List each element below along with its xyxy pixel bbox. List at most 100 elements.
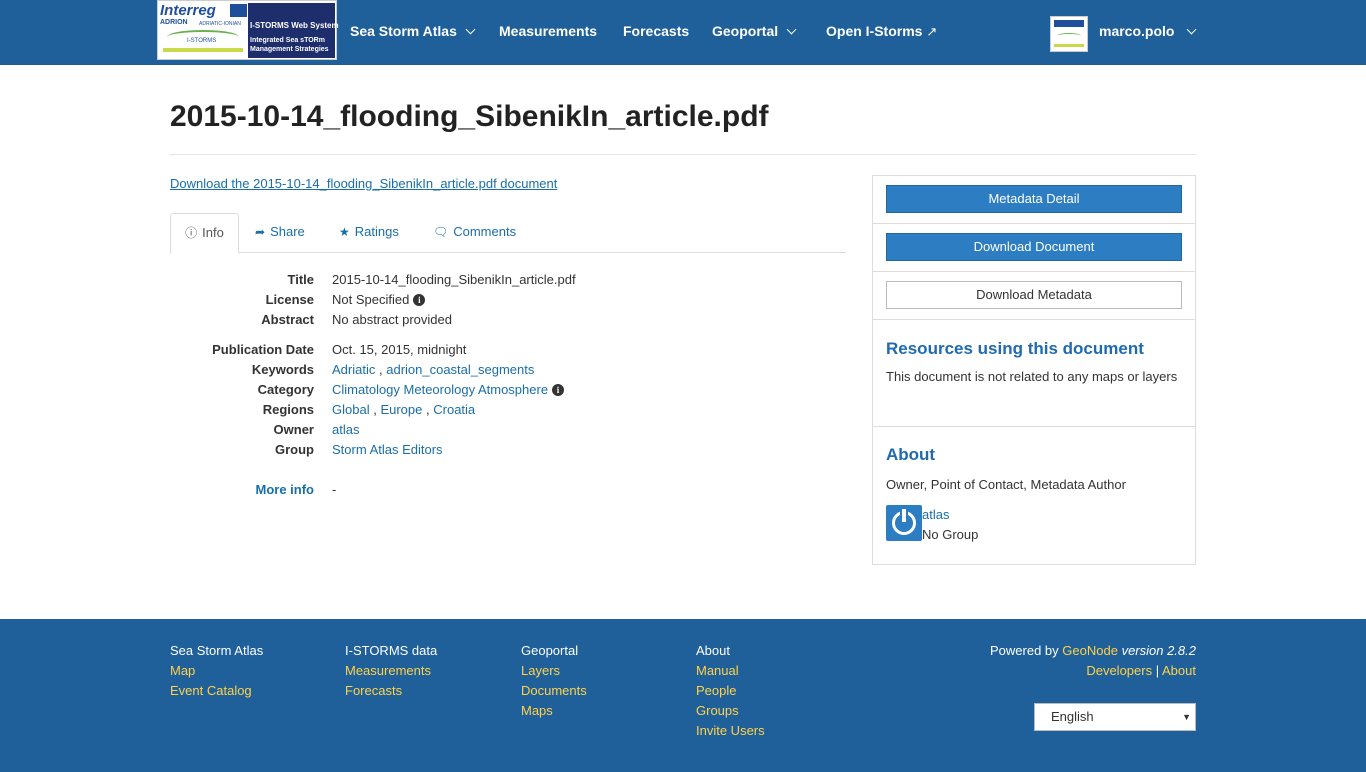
download-document-button[interactable]: Download Document	[886, 233, 1182, 261]
user-avatar[interactable]	[1050, 16, 1088, 52]
tab-comments[interactable]: 🗨 Comments	[433, 213, 516, 253]
nav-open-istorms[interactable]: Open I-Storms ↗	[826, 23, 937, 40]
footer-link-invite-users[interactable]: Invite Users	[696, 721, 765, 741]
powered-prefix: Powered by	[990, 643, 1059, 658]
footer-col-data: I-STORMS data Measurements Forecasts	[345, 641, 437, 701]
footer-link-manual[interactable]: Manual	[696, 661, 765, 681]
dropdown-arrow-icon: ▼	[1182, 712, 1191, 722]
region-link[interactable]: Europe	[380, 402, 422, 417]
tab-label: Ratings	[354, 224, 399, 239]
nav-label: Forecasts	[623, 23, 690, 39]
footer-link-maps[interactable]: Maps	[521, 701, 587, 721]
about-link[interactable]: About	[1162, 663, 1196, 678]
nav-label: Geoportal	[712, 23, 779, 39]
footer-link-layers[interactable]: Layers	[521, 661, 587, 681]
download-document-link[interactable]: Download the 2015-10-14_flooding_Sibenik…	[170, 176, 557, 191]
owner-name-link[interactable]: atlas	[922, 505, 949, 525]
tab-label: Info	[202, 225, 224, 240]
developer-line: Developers | About	[990, 661, 1196, 681]
language-select[interactable]: English ▼	[1034, 703, 1196, 731]
more-info-value: -	[332, 482, 337, 497]
site-logo[interactable]: Interreg ADRION ADRIATIC-IONIAN I-STORMS…	[157, 0, 339, 60]
nav-forecasts[interactable]: Forecasts	[623, 23, 689, 39]
meta-keywords-label: Keywords	[251, 362, 314, 377]
keyword-link[interactable]: Adriatic	[332, 362, 375, 377]
footer-link-documents[interactable]: Documents	[521, 681, 587, 701]
footer-heading: About	[696, 643, 730, 658]
tab-info[interactable]: ⓘ Info	[170, 213, 239, 254]
logo-interreg-text: Interreg	[160, 2, 216, 19]
info-icon[interactable]: i	[552, 384, 565, 396]
tab-share[interactable]: ➦ Share	[255, 213, 305, 253]
owner-link[interactable]: atlas	[332, 422, 359, 437]
footer-link-forecasts[interactable]: Forecasts	[345, 681, 437, 701]
metadata-detail-section: Metadata Detail	[873, 176, 1195, 224]
meta-title-value: 2015-10-14_flooding_SibenikIn_article.pd…	[332, 272, 576, 287]
meta-title-label: Title	[287, 272, 315, 287]
share-icon: ➦	[255, 225, 266, 239]
pipe-separator: |	[1155, 663, 1160, 678]
title-divider	[170, 154, 1196, 155]
region-link[interactable]: Croatia	[433, 402, 475, 417]
meta-group-label: Group	[275, 442, 314, 457]
about-roles: Owner, Point of Contact, Metadata Author	[886, 477, 1126, 492]
footer-link-people[interactable]: People	[696, 681, 765, 701]
developers-link[interactable]: Developers	[1086, 663, 1152, 678]
interreg-logo: Interreg ADRION ADRIATIC-IONIAN I-STORMS	[159, 2, 247, 58]
tab-label: Comments	[453, 224, 517, 239]
resources-heading: Resources using this document	[886, 339, 1144, 358]
resources-text: This document is not related to any maps…	[886, 369, 1178, 384]
meta-keywords-value: Adriatic , adrion_coastal_segments	[332, 362, 534, 377]
nav-sea-storm-atlas[interactable]: Sea Storm Atlas	[350, 23, 476, 39]
avatar-stripe	[1054, 20, 1084, 27]
logo-integrated-text: Integrated Sea sTORm	[250, 37, 325, 44]
footer-col-atlas: Sea Storm Atlas Map Event Catalog	[170, 641, 263, 701]
owner-group: No Group	[922, 527, 979, 542]
category-link[interactable]: Climatology Meteorology Atmosphere	[332, 382, 548, 397]
separator: ,	[378, 362, 383, 377]
nav-geoportal[interactable]: Geoportal	[712, 23, 797, 39]
footer-link-groups[interactable]: Groups	[696, 701, 765, 721]
footer: Sea Storm Atlas Map Event Catalog I-STOR…	[0, 619, 1366, 772]
owner-avatar[interactable]	[886, 505, 922, 541]
nav-label: Measurements	[499, 23, 598, 39]
geonode-link[interactable]: GeoNode	[1062, 643, 1118, 658]
about-heading: About	[886, 445, 936, 464]
keyword-link[interactable]: adrion_coastal_segments	[386, 362, 534, 377]
region-link[interactable]: Global	[332, 402, 370, 417]
avatar-bar	[1054, 44, 1084, 47]
document-tabs: ⓘ Info ➦ Share ★ Ratings 🗨 Comments	[170, 213, 846, 254]
meta-owner-label: Owner	[273, 422, 314, 437]
meta-category-label: Category	[257, 382, 314, 397]
side-panel: Metadata Detail Download Document Downlo…	[872, 175, 1196, 565]
tab-ratings[interactable]: ★ Ratings	[339, 213, 399, 253]
footer-link-event-catalog[interactable]: Event Catalog	[170, 681, 263, 701]
meta-license-value: Not Specified i	[332, 292, 426, 307]
metadata-detail-button[interactable]: Metadata Detail	[886, 185, 1182, 213]
logo-management-text: Management Strategies	[250, 46, 329, 53]
meta-pubdate-label: Publication Date	[212, 342, 314, 357]
info-icon[interactable]: i	[413, 294, 426, 306]
nav-measurements[interactable]: Measurements	[499, 23, 597, 39]
download-metadata-section: Download Metadata	[873, 272, 1195, 320]
footer-heading: Sea Storm Atlas	[170, 643, 264, 658]
avatar-wave	[1057, 33, 1081, 39]
meta-regions-label: Regions	[262, 402, 314, 417]
more-info-link[interactable]: More info	[256, 482, 315, 497]
footer-link-map[interactable]: Map	[170, 661, 263, 681]
info-circle-icon: ⓘ	[185, 226, 198, 240]
meta-regions-value: Global , Europe , Croatia	[332, 402, 475, 417]
footer-heading: I-STORMS data	[345, 643, 438, 658]
meta-owner-value: atlas	[332, 422, 359, 437]
chevron-down-icon	[786, 24, 797, 35]
logo-strategy-text: Integrated Sea sTORm Management Strategie…	[250, 36, 329, 54]
download-metadata-button[interactable]: Download Metadata	[886, 281, 1182, 309]
external-link-icon: ↗	[926, 24, 938, 39]
resources-section: Resources using this document This docum…	[873, 320, 1195, 427]
group-link[interactable]: Storm Atlas Editors	[332, 442, 443, 457]
meta-category-value: Climatology Meteorology Atmosphere i	[332, 382, 565, 397]
user-menu[interactable]: marco.polo	[1099, 23, 1197, 39]
nav-label: Open I-Storms	[826, 23, 923, 39]
star-icon: ★	[339, 225, 350, 239]
footer-link-measurements[interactable]: Measurements	[345, 661, 437, 681]
